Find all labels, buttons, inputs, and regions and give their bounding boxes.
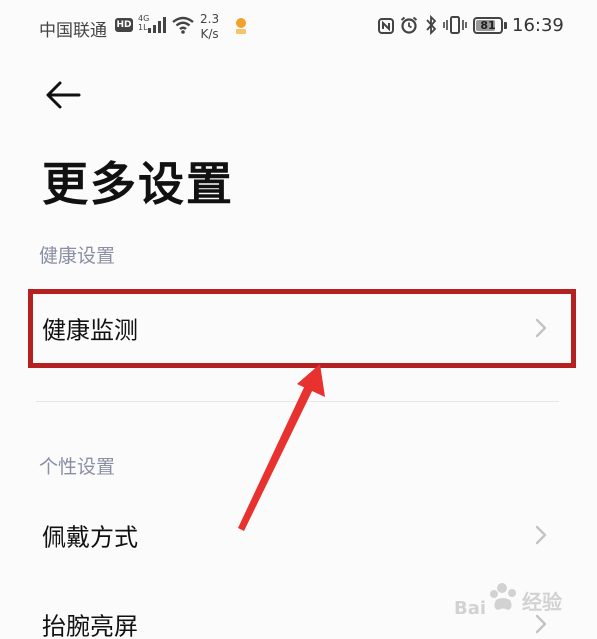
highlight-annotation-box — [28, 289, 576, 368]
nfc-icon — [378, 18, 394, 34]
battery-level: 81 — [480, 19, 496, 32]
hd-badge: HD — [115, 18, 133, 32]
baidu-logo: Bai — [454, 583, 516, 619]
app-notification-icon — [236, 18, 246, 34]
alarm-icon — [400, 16, 418, 34]
svg-text:Bai: Bai — [454, 598, 486, 619]
watermark: Bai 经验 — [452, 580, 562, 625]
chevron-right-icon — [535, 614, 547, 634]
menu-item-label: 佩戴方式 — [42, 523, 138, 552]
screen: 中国联通 HD 4G 1L 2.3 K/s 81 16:39 更多设置 健康设置… — [0, 0, 597, 639]
signal-icon — [148, 17, 166, 33]
page-title: 更多设置 — [42, 157, 234, 211]
section-header-personal: 个性设置 — [39, 456, 116, 478]
network-speed-unit: K/s — [200, 27, 219, 41]
network-speed-value: 2.3 — [200, 12, 220, 26]
section-divider — [36, 401, 559, 402]
back-button[interactable] — [44, 78, 88, 112]
menu-item-label: 抬腕亮屏 — [42, 612, 138, 639]
section-header-health: 健康设置 — [39, 245, 116, 267]
back-arrow-icon — [46, 81, 81, 109]
vibrate-icon — [443, 16, 467, 34]
watermark-text: 经验 — [522, 590, 562, 614]
battery-cap — [504, 22, 507, 29]
status-bar: 中国联通 HD 4G 1L 2.3 K/s 81 16:39 — [0, 0, 597, 54]
network-speed: 2.3 K/s — [200, 12, 219, 42]
chevron-right-icon — [535, 525, 547, 545]
carrier-name: 中国联通 — [39, 21, 107, 41]
bluetooth-icon — [426, 15, 437, 35]
clock: 16:39 — [512, 15, 564, 36]
menu-item-wearing-mode[interactable]: 佩戴方式 — [31, 499, 576, 571]
annotation-arrow-head — [297, 364, 325, 397]
network-sub-label: 1L — [138, 23, 148, 32]
wifi-icon — [172, 16, 194, 34]
battery-icon: 81 — [473, 17, 503, 34]
